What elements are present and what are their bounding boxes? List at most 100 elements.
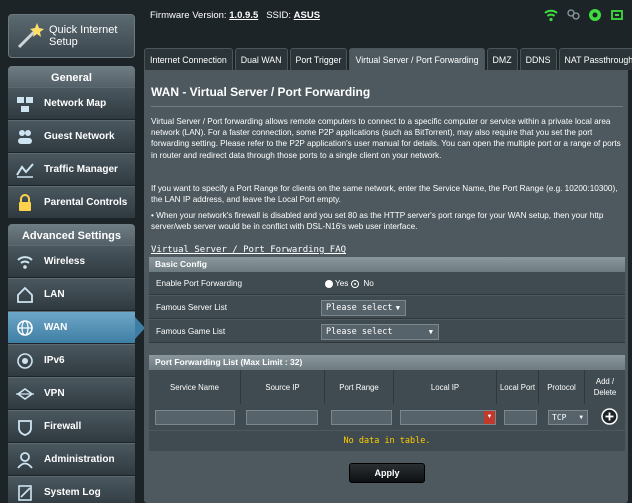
sidebar-item-label: Administration [44, 454, 115, 465]
famous-game-value: Please select [326, 326, 393, 337]
tab-port-trigger[interactable]: Port Trigger [289, 48, 348, 70]
add-icon[interactable] [601, 408, 618, 430]
network-map-icon [14, 93, 36, 115]
chevron-down-icon: ▼ [579, 414, 583, 421]
sidebar-item-label: WAN [44, 322, 68, 333]
chevron-down-icon: ▼ [395, 303, 400, 312]
protocol-value: TCP [552, 413, 567, 422]
port-range-input[interactable] [331, 410, 392, 425]
firewall-note: • When your network's firewall is disabl… [151, 211, 604, 232]
port-forwarding-list-header: Port Forwarding List (Max Limit : 32) [149, 355, 625, 370]
sidebar: Quick Internet Setup General Network Map… [0, 0, 145, 503]
yes-radio[interactable] [325, 279, 333, 288]
sidebar-item-system-log[interactable]: System Log [8, 476, 135, 503]
faq-link[interactable]: Virtual Server / Port Forwarding FAQ [151, 245, 346, 255]
vpn-icon [14, 383, 36, 405]
administration-icon [14, 449, 36, 471]
sidebar-item-ipv6[interactable]: IPv6 [8, 344, 135, 376]
enable-port-forwarding-label: Enable Port Forwarding [156, 279, 243, 288]
quick-internet-setup-button[interactable]: Quick Internet Setup [8, 14, 135, 58]
tab-nat-passthrough[interactable]: NAT Passthrough [558, 48, 632, 70]
chevron-down-icon[interactable]: ▼ [484, 411, 495, 424]
sidebar-item-traffic-manager[interactable]: Traffic Manager [8, 153, 135, 185]
wifi-status-icon[interactable] [544, 8, 558, 22]
system-log-icon [14, 482, 36, 503]
no-radio[interactable] [352, 280, 359, 287]
sidebar-item-firewall[interactable]: Firewall [8, 410, 135, 442]
famous-server-select[interactable]: Please select ▼ [321, 299, 406, 316]
sidebar-item-label: LAN [44, 289, 65, 300]
quick-internet-setup-label: Quick Internet Setup [49, 24, 118, 48]
content-panel: WAN - Virtual Server / Port Forwarding V… [144, 70, 628, 503]
clients-status-icon[interactable] [566, 8, 580, 22]
col-add-delete: Add / Delete [593, 377, 617, 397]
sidebar-item-label: Network Map [44, 98, 107, 109]
firmware-info: Firmware Version: 1.0.9.5 SSID: ASUS [150, 10, 320, 21]
apply-button[interactable]: Apply [349, 463, 425, 483]
tab-virtual-server[interactable]: Virtual Server / Port Forwarding [349, 48, 485, 70]
usb-status-icon[interactable] [610, 8, 624, 22]
basic-config-header: Basic Config [149, 257, 625, 272]
col-port-range: Port Range [325, 370, 394, 404]
enable-port-forwarding-row: Enable Port Forwarding Yes No [149, 272, 625, 295]
sidebar-item-label: Wireless [44, 256, 86, 267]
tab-ddns[interactable]: DDNS [519, 48, 557, 70]
description-paragraph: Virtual Server / Port forwarding allows … [151, 117, 621, 160]
col-source-ip: Source IP [241, 370, 325, 404]
sidebar-item-administration[interactable]: Administration [8, 443, 135, 475]
famous-server-label: Famous Server List [156, 303, 227, 312]
globe-icon [14, 317, 36, 339]
tab-dual-wan[interactable]: Dual WAN [234, 48, 288, 70]
tab-bar: Internet Connection Dual WAN Port Trigge… [144, 48, 632, 70]
sidebar-item-vpn[interactable]: VPN [8, 377, 135, 409]
port-forwarding-input-row: ▼ TCP ▼ [149, 404, 625, 430]
chevron-down-icon: ▼ [428, 327, 433, 336]
lock-icon [14, 192, 36, 214]
sidebar-item-label: VPN [44, 388, 65, 399]
famous-game-label: Famous Game List [156, 327, 226, 336]
magic-wand-icon [13, 19, 47, 53]
sidebar-item-label: Firewall [44, 421, 82, 432]
tab-dmz[interactable]: DMZ [486, 48, 518, 70]
port-forwarding-columns: Service Name Source IP Port Range Local … [149, 370, 625, 404]
guest-network-icon [14, 126, 36, 148]
firewall-icon [14, 416, 36, 438]
empty-table-message: No data in table. [149, 431, 625, 451]
no-label: No [363, 279, 374, 288]
home-icon [14, 284, 36, 306]
sidebar-item-label: IPv6 [44, 355, 65, 366]
service-name-input[interactable] [155, 410, 235, 425]
internet-status-icon[interactable] [588, 8, 602, 22]
sidebar-item-wan[interactable]: WAN [8, 311, 145, 343]
source-ip-input[interactable] [246, 410, 318, 425]
famous-game-select[interactable]: Please select ▼ [321, 323, 439, 340]
tab-internet-connection[interactable]: Internet Connection [144, 48, 233, 70]
port-range-hint: If you want to specify a Port Range for … [151, 184, 618, 205]
local-port-input[interactable] [504, 410, 537, 425]
status-icons [544, 8, 624, 22]
sidebar-item-label: Traffic Manager [44, 164, 118, 175]
ssid-label: SSID: [266, 10, 291, 21]
traffic-manager-icon [14, 159, 36, 181]
col-local-ip: Local IP [394, 370, 497, 404]
sidebar-item-parental-controls[interactable]: Parental Controls [8, 186, 135, 218]
firmware-version-link[interactable]: 1.0.9.5 [229, 10, 258, 21]
col-service-name: Service Name [149, 370, 241, 404]
sidebar-item-label: System Log [44, 487, 101, 498]
top-bar: Firmware Version: 1.0.9.5 SSID: ASUS [140, 0, 632, 42]
col-local-port: Local Port [497, 370, 539, 404]
sidebar-item-guest-network[interactable]: Guest Network [8, 120, 135, 152]
page-title: WAN - Virtual Server / Port Forwarding [151, 85, 371, 99]
local-ip-input[interactable]: ▼ [400, 410, 496, 425]
sidebar-item-network-map[interactable]: Network Map [8, 87, 135, 119]
sidebar-item-lan[interactable]: LAN [8, 278, 135, 310]
ipv6-icon [14, 350, 36, 372]
famous-server-value: Please select [326, 302, 393, 313]
famous-server-row: Famous Server List Please select ▼ [149, 296, 625, 319]
firmware-label: Firmware Version: [150, 10, 227, 21]
yes-label: Yes [335, 279, 349, 288]
protocol-select[interactable]: TCP ▼ [548, 410, 588, 425]
sidebar-item-wireless[interactable]: Wireless [8, 245, 135, 277]
famous-game-row: Famous Game List Please select ▼ [149, 320, 625, 343]
col-protocol: Protocol [539, 370, 585, 404]
